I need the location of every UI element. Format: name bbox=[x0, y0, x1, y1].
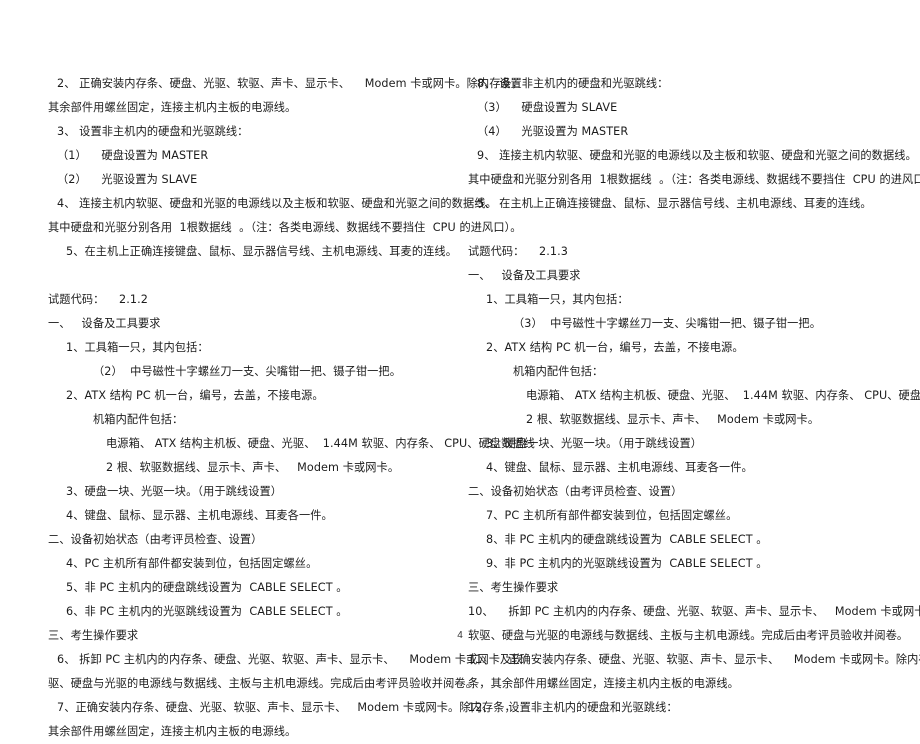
text-line: 10、 拆卸 PC 主机内的内存条、硬盘、光驱、软驱、声卡、显示卡、 Modem… bbox=[468, 605, 920, 618]
text-line: （3） 硬盘设置为 SLAVE bbox=[477, 101, 618, 114]
text-line: 6、非 PC 主机内的光驱跳线设置为 CABLE SELECT 。 bbox=[66, 605, 348, 618]
text-line: 三、考生操作要求 bbox=[468, 581, 559, 594]
text-line: 驱、硬盘与光驱的电源线与数据线、主板与主机电源线。完成后由考评员验收并阅卷。 bbox=[48, 677, 477, 690]
text-line: 8、非 PC 主机内的硬盘跳线设置为 CABLE SELECT 。 bbox=[486, 533, 768, 546]
text-line: （2） 中号磁性十字螺丝刀一支、尖嘴钳一把、镊子钳一把。 bbox=[93, 365, 402, 378]
text-line: 12、 设置非主机内的硬盘和光驱跳线： bbox=[468, 701, 678, 714]
right-column: 8、 设置非主机内的硬盘和光驱跳线： （3） 硬盘设置为 SLAVE （4） 光驱设… bbox=[468, 72, 920, 720]
text-line: 试题代码： 2.1.2 bbox=[48, 293, 149, 306]
page-number: 4 bbox=[457, 630, 463, 641]
text-line: 其中硬盘和光驱分别各用 1根数据线 。（注：各类电源线、数据线不要挡住 CPU … bbox=[48, 221, 522, 234]
text-line: 4、键盘、鼠标、显示器、主机电源线、耳麦各一件。 bbox=[66, 509, 333, 522]
text-line: 4、PC 主机所有部件都安装到位，包括固定螺丝。 bbox=[66, 557, 318, 570]
text-line: 4、键盘、鼠标、显示器、主机电源线、耳麦各一件。 bbox=[486, 461, 753, 474]
document-page: 2、 正确安装内存条、硬盘、光驱、软驱、声卡、显示卡、 Modem 卡或网卡。除… bbox=[0, 0, 920, 738]
text-line: 2、 正确安装内存条、硬盘、光驱、软驱、声卡、显示卡、 Modem 卡或网卡。除… bbox=[57, 77, 524, 90]
text-line: 二、设备初始状态（由考评员检查、设置） bbox=[468, 485, 683, 498]
text-line: 一、 设备及工具要求 bbox=[468, 269, 581, 282]
text-line: 4、 连接主机内软驱、硬盘和光驱的电源线以及主板和软驱、硬盘和光驱之间的数据线。 bbox=[57, 197, 497, 210]
text-line: 条，其余部件用螺丝固定，连接主机内主板的电源线。 bbox=[468, 677, 739, 690]
text-line: 机箱内配件包括： bbox=[513, 365, 604, 378]
text-line: 8、 设置非主机内的硬盘和光驱跳线： bbox=[477, 77, 669, 90]
text-line: 5、非 PC 主机内的硬盘跳线设置为 CABLE SELECT 。 bbox=[66, 581, 348, 594]
left-column: 2、 正确安装内存条、硬盘、光驱、软驱、声卡、显示卡、 Modem 卡或网卡。除… bbox=[48, 72, 535, 744]
text-line: 2、ATX 结构 PC 机一台，编号，去盖，不接电源。 bbox=[486, 341, 744, 354]
two-column-body: 2、 正确安装内存条、硬盘、光驱、软驱、声卡、显示卡、 Modem 卡或网卡。除… bbox=[0, 72, 920, 744]
text-line: 7、正确安装内存条、硬盘、光驱、软驱、声卡、显示卡、 Modem 卡或网卡。除内… bbox=[57, 701, 516, 714]
text-line: （3） 中号磁性十字螺丝刀一支、尖嘴钳一把、镊子钳一把。 bbox=[513, 317, 822, 330]
text-line: （1） 硬盘设置为 MASTER bbox=[57, 149, 209, 162]
text-line: 9、非 PC 主机内的光驱跳线设置为 CABLE SELECT 。 bbox=[486, 557, 768, 570]
text-line: 其中硬盘和光驱分别各用 1根数据线 。（注：各类电源线、数据线不要挡住 CPU … bbox=[468, 173, 920, 186]
text-line: 2、ATX 结构 PC 机一台，编号，去盖，不接电源。 bbox=[66, 389, 324, 402]
text-line: 机箱内配件包括： bbox=[93, 413, 184, 426]
text-line: 2 根、软驱数据线、显示卡、声卡、 Modem 卡或网卡。 bbox=[106, 461, 400, 474]
text-line: （4） 光驱设置为 MASTER bbox=[477, 125, 629, 138]
text-line: 3、硬盘一块、光驱一块。（用于跳线设置） bbox=[486, 437, 703, 450]
text-line: 其余部件用螺丝固定，连接主机内主板的电源线。 bbox=[48, 725, 297, 738]
text-line: 1、工具箱一只，其内包括： bbox=[66, 341, 209, 354]
text-line: 3、硬盘一块、光驱一块。（用于跳线设置） bbox=[66, 485, 283, 498]
text-line: 7、PC 主机所有部件都安装到位，包括固定螺丝。 bbox=[486, 509, 738, 522]
text-line: 二、设备初始状态（由考评员检查、设置） bbox=[48, 533, 263, 546]
text-line: 电源箱、 ATX 结构主机板、硬盘、光驱、 1.44M 软驱、内存条、 CPU、… bbox=[526, 389, 920, 402]
text-line: 11、 正确安装内存条、硬盘、光驱、软驱、声卡、显示卡、 Modem 卡或网卡。… bbox=[468, 653, 920, 666]
text-line: 1、工具箱一只，其内包括： bbox=[486, 293, 629, 306]
text-line: 2 根、软驱数据线、显示卡、声卡、 Modem 卡或网卡。 bbox=[526, 413, 820, 426]
text-line: 9、 连接主机内软驱、硬盘和光驱的电源线以及主板和软驱、硬盘和光驱之间的数据线。 bbox=[477, 149, 917, 162]
text-line: 5、在主机上正确连接键盘、鼠标、显示器信号线、主机电源线、耳麦的连线。 bbox=[66, 245, 457, 258]
text-line: 试题代码： 2.1.3 bbox=[468, 245, 569, 258]
text-line: 3、 设置非主机内的硬盘和光驱跳线： bbox=[57, 125, 249, 138]
text-line: 5、 在主机上正确连接键盘、鼠标、显示器信号线、主机电源线、耳麦的连线。 bbox=[477, 197, 872, 210]
text-line: 电源箱、 ATX 结构主机板、硬盘、光驱、 1.44M 软驱、内存条、 CPU、… bbox=[106, 437, 535, 450]
text-line: 一、 设备及工具要求 bbox=[48, 317, 161, 330]
text-line: 6、 拆卸 PC 主机内的内存条、硬盘、光驱、软驱、声卡、显示卡、 Modem … bbox=[57, 653, 523, 666]
text-line: 其余部件用螺丝固定，连接主机内主板的电源线。 bbox=[48, 101, 297, 114]
text-line: （2） 光驱设置为 SLAVE bbox=[57, 173, 198, 186]
